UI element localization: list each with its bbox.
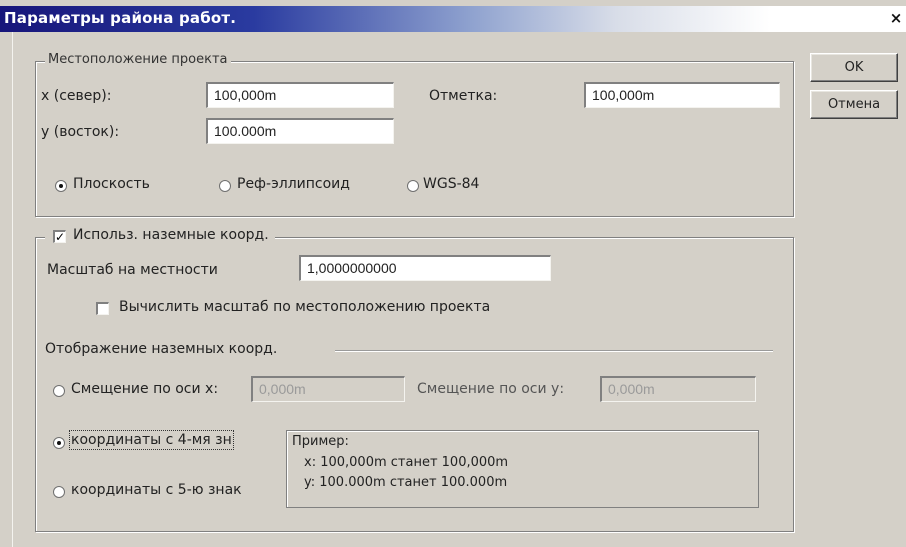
ok-button[interactable]: OK bbox=[810, 53, 898, 82]
offset-x-label[interactable]: Смещение по оси х: bbox=[71, 381, 218, 397]
ground-scale-label: Масштаб на местности bbox=[47, 262, 218, 278]
x-north-input[interactable]: 100,000m bbox=[206, 82, 394, 108]
coords-4-digits-radio[interactable] bbox=[53, 437, 65, 449]
x-north-label: x (север): bbox=[41, 88, 112, 104]
y-east-input[interactable]: 100.000m bbox=[206, 118, 394, 144]
elevation-label: Отметка: bbox=[429, 88, 498, 104]
dialog-client-area: OK Отмена Местоположение проекта x (севе… bbox=[12, 32, 906, 547]
wgs84-radio-label[interactable]: WGS-84 bbox=[423, 176, 479, 192]
compute-scale-checkbox[interactable] bbox=[96, 302, 109, 315]
close-icon[interactable]: × bbox=[888, 9, 904, 27]
ellipsoid-radio[interactable] bbox=[219, 180, 231, 192]
offset-radio[interactable] bbox=[53, 385, 65, 397]
offset-x-input[interactable]: 0,000m bbox=[251, 376, 405, 402]
offset-y-input[interactable]: 0,000m bbox=[600, 376, 756, 402]
compute-scale-label[interactable]: Вычислить масштаб по местоположению прое… bbox=[119, 299, 490, 315]
title-bar[interactable]: Параметры района работ. × bbox=[0, 6, 906, 32]
display-separator bbox=[335, 350, 773, 352]
coords-5-digits-label[interactable]: координаты с 5-ю знак bbox=[71, 482, 242, 498]
use-ground-coords-label[interactable]: Использ. наземные коорд. bbox=[73, 227, 269, 243]
cancel-button[interactable]: Отмена bbox=[810, 90, 898, 119]
example-line-x: x: 100,000m станет 100,000m bbox=[304, 455, 509, 470]
plane-radio[interactable] bbox=[55, 180, 67, 192]
use-ground-coords-checkbox[interactable]: ✓ bbox=[53, 230, 66, 243]
example-line-y: y: 100.000m станет 100.000m bbox=[304, 475, 508, 490]
coords-4-digits-label[interactable]: координаты с 4-мя зн bbox=[69, 430, 234, 450]
coords-5-digits-radio[interactable] bbox=[53, 486, 65, 498]
elevation-input[interactable]: 100,000m bbox=[584, 82, 780, 108]
y-east-label: у (восток): bbox=[41, 124, 120, 140]
ellipsoid-radio-label[interactable]: Реф-эллипсоид bbox=[237, 176, 350, 192]
dialog-window: Параметры района работ. × OK Отмена Мест… bbox=[0, 0, 906, 547]
display-ground-coords-label: Отображение наземных коорд. bbox=[45, 341, 278, 357]
example-title: Пример: bbox=[292, 434, 349, 449]
project-location-legend: Местоположение проекта bbox=[45, 52, 231, 67]
wgs84-radio[interactable] bbox=[407, 180, 419, 192]
offset-y-label: Смещение по оси у: bbox=[417, 381, 565, 397]
plane-radio-label[interactable]: Плоскость bbox=[73, 176, 150, 192]
ground-scale-input[interactable]: 1,0000000000 bbox=[299, 255, 551, 281]
window-title: Параметры района работ. bbox=[4, 9, 237, 27]
